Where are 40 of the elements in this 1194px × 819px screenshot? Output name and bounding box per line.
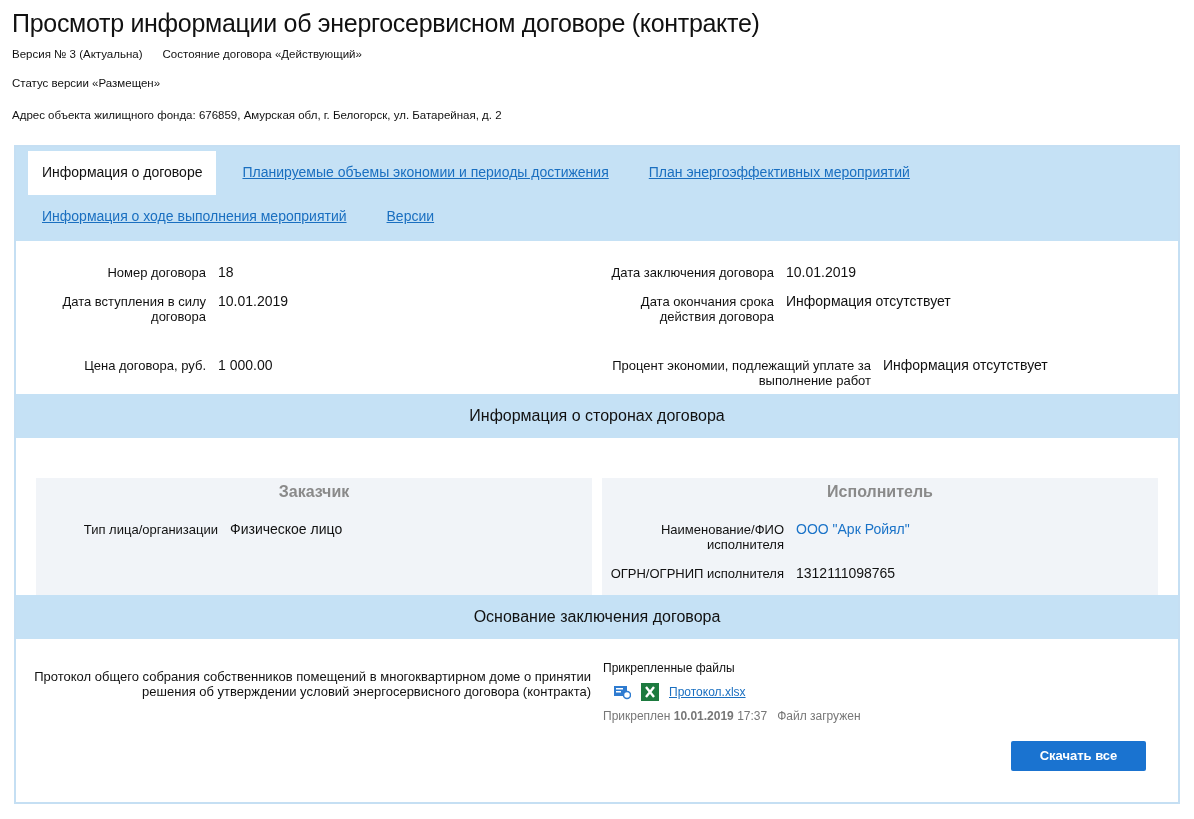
download-all-button[interactable]: Скачать все [1011,740,1146,771]
tab[interactable]: Планируемые объемы экономии и периоды достижения [228,150,623,195]
field-label: Тип лица/организации [82,521,218,537]
field-value: 1 000.00 [218,357,273,373]
field-label: Наименование/ФИО исполнителя [659,521,784,552]
field-label: Номер договора [106,264,206,280]
field-value: Информация отсутствует [786,293,951,309]
field-label: Дата заключения договора [610,264,774,280]
files-title: Прикрепленные файлы [603,659,736,677]
tab[interactable]: Версии [372,194,449,239]
field-value: 1312111098765 [796,565,896,581]
field-label: Дата вступления в силу договора [61,293,206,324]
field-label: Процент экономии, подлежащий уплате за выполнение работ [611,357,871,388]
version-status: Статус версии «Размещен» [12,76,162,92]
field-value: Информация отсутствует [883,357,1048,373]
field-value: 10.01.2019 [218,293,289,309]
field-label: Протокол общего собрания собственников помещений в многоквартирном доме о принятии решения об утверждении условий энергосервисного договора (контракта) [33,667,591,701]
section-header: Основание заключения договора [16,594,1178,639]
field-value: 10.01.2019 [786,264,857,280]
attached-date: Прикреплен 10.01.2019 17:37 [603,707,768,725]
field-label: Цена договора, руб. [83,357,206,373]
tab[interactable]: План энергоэффективных мероприятий [634,150,924,195]
field-value: Физическое лицо [230,521,343,537]
field-label: ОГРН/ОГРНИП исполнителя [609,565,784,581]
address-text: Адрес объекта жилищного фонда: 676859, Амурская обл, г. Белогорск, ул. Батарейная, д. 2 [12,107,503,123]
field-label: Дата окончания срока действия договора [639,293,774,324]
card-title: Исполнитель [826,481,934,502]
file-link[interactable]: Протокол.xlsx [669,682,746,701]
field-value: 18 [218,264,234,280]
file-status: Файл загружен [777,707,861,725]
spreadsheet-icon [641,682,659,701]
section-header: Информация о сторонах договора [16,393,1178,438]
card-title: Заказчик [277,481,351,502]
page-title: Просмотр информации об энергосервисном договоре (контракте) [12,8,761,38]
tab[interactable]: Информация о договоре [28,150,217,195]
signature-icon [613,683,631,700]
tab[interactable]: Информация о ходе выполнения мероприятий [28,194,361,239]
field-link[interactable]: ООО "Арк Ройял" [796,521,910,537]
meta-text: Состояние договора «Действующий» [162,47,362,62]
meta-text: Версия № 3 (Актуальна) [12,47,143,62]
